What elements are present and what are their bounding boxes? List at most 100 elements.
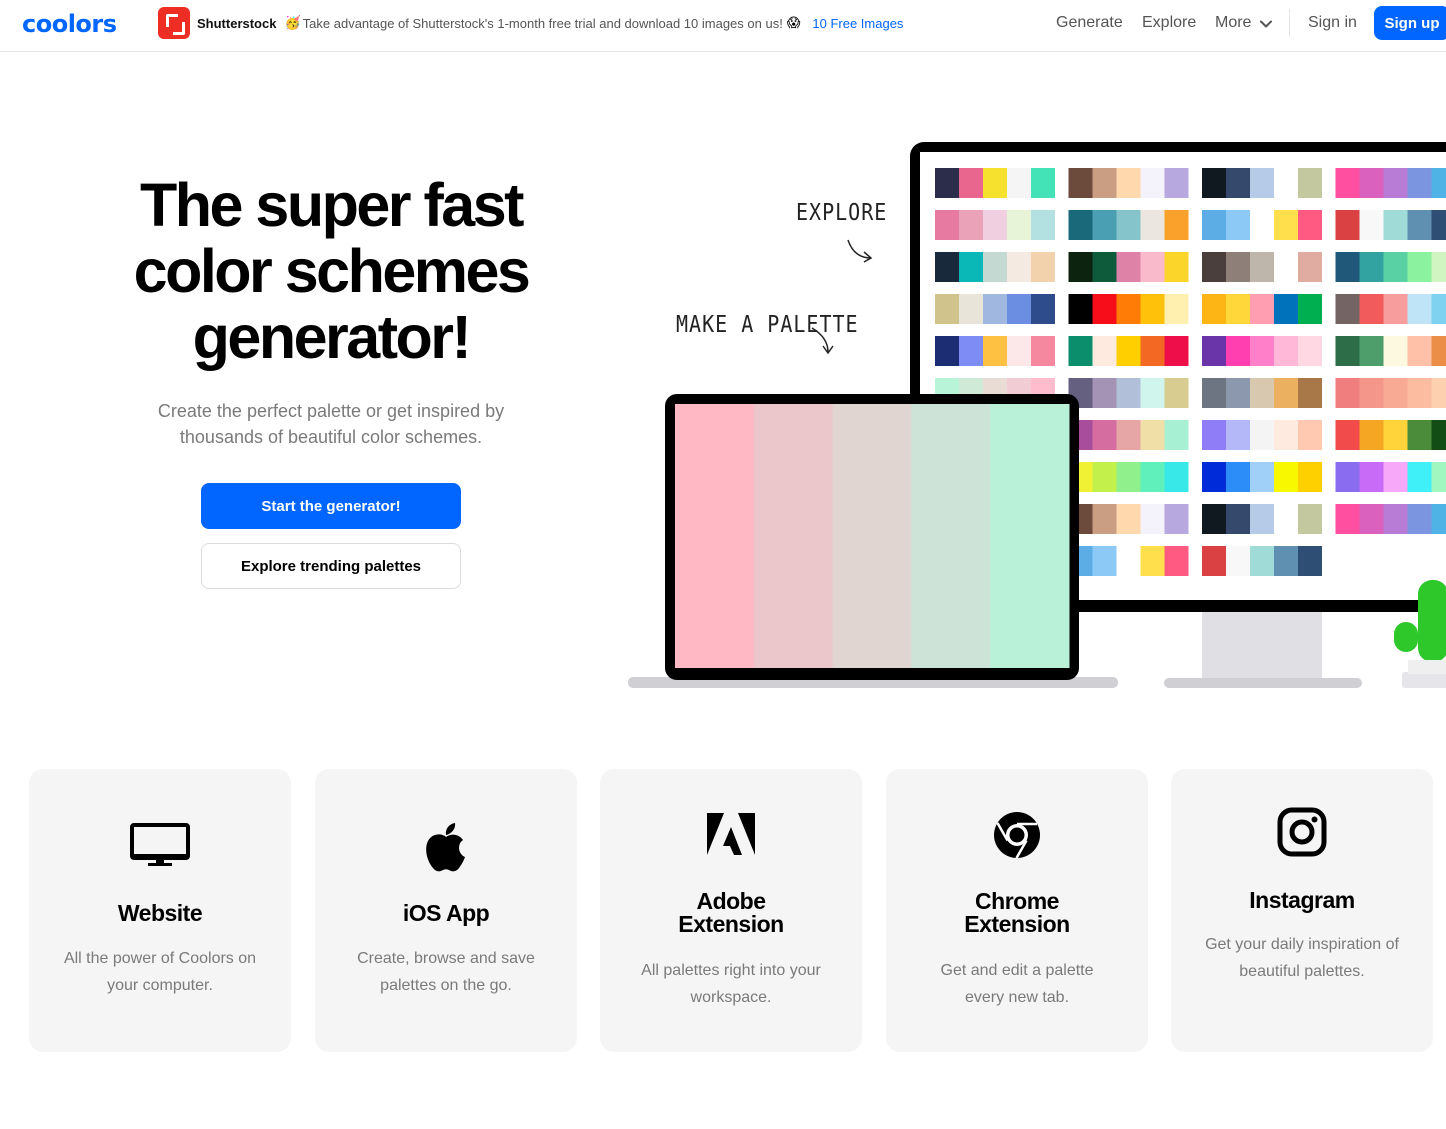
palette-swatch (1407, 210, 1432, 240)
palette-swatch (983, 294, 1007, 324)
promo-free-images-link[interactable]: 10 Free Images (812, 16, 903, 31)
palette-swatch (1250, 336, 1274, 366)
palette-swatch (1335, 420, 1360, 450)
palette-swatch (1383, 168, 1408, 198)
start-generator-button[interactable]: Start the generator! (201, 483, 461, 529)
palette-swatch (1359, 504, 1384, 534)
palette-swatch (1431, 294, 1446, 324)
palette-swatch (1226, 294, 1250, 324)
palette-swatch (1140, 504, 1165, 534)
nav-generate-link[interactable]: Generate (1056, 14, 1123, 32)
palette-swatch (1359, 420, 1384, 450)
instagram-icon (1277, 807, 1327, 857)
palette-swatch (1116, 378, 1141, 408)
palette-swatch (1359, 168, 1384, 198)
palette-swatch (1298, 336, 1322, 366)
palette-swatch (935, 168, 959, 198)
shutterstock-promo[interactable]: Shutterstock 🥳 Take advantage of Shutter… (158, 7, 903, 39)
palette-swatch (1335, 168, 1360, 198)
laptop-swatch (990, 404, 1070, 668)
palette-swatch (1298, 546, 1322, 576)
palette-swatch (983, 252, 1007, 282)
shock-emoji-icon: 😱 (786, 15, 801, 30)
palette-swatch (1383, 336, 1408, 366)
card-title: iOS App (325, 902, 567, 925)
card-instagram[interactable]: Instagram Get your daily inspiration of … (1171, 769, 1433, 1052)
palette-swatch (1298, 168, 1322, 198)
palette-swatch (1031, 336, 1055, 366)
palette-swatch (1202, 420, 1226, 450)
palette-swatch (1359, 378, 1384, 408)
card-website[interactable]: Website All the power of Coolors on your… (29, 769, 291, 1052)
card-adobe-extension[interactable]: Adobe Extension All palettes right into … (600, 769, 862, 1052)
palette-swatch (1274, 336, 1298, 366)
palette-swatch (1407, 462, 1432, 492)
card-ios-app[interactable]: iOS App Create, browse and save palettes… (315, 769, 577, 1052)
palette-swatch (1250, 168, 1274, 198)
palette-swatch (1031, 210, 1055, 240)
palette-swatch (1298, 378, 1322, 408)
card-chrome-extension[interactable]: Chrome Extension Get and edit a palette … (886, 769, 1148, 1052)
palette-swatch (1202, 546, 1226, 576)
nav-explore-link[interactable]: Explore (1142, 14, 1196, 32)
palette-swatch (1335, 252, 1360, 282)
palette-swatch (1202, 168, 1226, 198)
sign-in-link[interactable]: Sign in (1308, 14, 1357, 32)
palette-swatch (1226, 378, 1250, 408)
palette-swatch (1383, 420, 1408, 450)
chevron-down-icon (1260, 20, 1273, 28)
palette-swatch (1164, 378, 1189, 408)
nav-explore-wrap: Explore (1142, 0, 1196, 46)
palette-swatch (1250, 546, 1274, 576)
palette-swatch (935, 210, 959, 240)
palette-swatch (1250, 378, 1274, 408)
palette-swatch (1431, 504, 1446, 534)
sign-up-button[interactable]: Sign up (1374, 6, 1446, 40)
card-title-line: iOS App (402, 900, 490, 926)
nav-generate-wrap: Generate (1056, 0, 1123, 46)
palette-swatch (1092, 252, 1117, 282)
hero-title-line: generator! (192, 303, 472, 371)
chrome-icon (994, 812, 1040, 859)
palette-swatch (1164, 252, 1189, 282)
palette-swatch (1202, 504, 1226, 534)
palette-swatch (1274, 504, 1298, 534)
palette-swatch (1431, 420, 1446, 450)
palette-swatch (1031, 168, 1055, 198)
palette-swatch (1407, 168, 1432, 198)
monitor-icon (130, 823, 190, 866)
palette-swatch (1068, 252, 1093, 282)
palette-swatch (1383, 252, 1408, 282)
palette-swatch (1274, 462, 1298, 492)
palette-swatch (1092, 210, 1117, 240)
hero-title: The super fast color schemes generator! (100, 172, 562, 370)
palette-swatch (1116, 252, 1141, 282)
palette-swatch (1250, 252, 1274, 282)
card-title: Adobe Extension (610, 890, 852, 936)
nav-more-menu[interactable]: More (1215, 0, 1273, 46)
palette-swatch (1068, 210, 1093, 240)
promo-text: Take advantage of Shutterstock's 1-month… (302, 15, 783, 31)
palette-swatch (1164, 462, 1189, 492)
palette-swatch (1383, 294, 1408, 324)
card-description: All the power of Coolors on your compute… (63, 950, 257, 994)
laptop-swatch (753, 404, 834, 668)
card-icon-wrap (29, 823, 291, 867)
palette-swatch (1164, 336, 1189, 366)
coolors-logo[interactable]: coolors (22, 10, 117, 38)
palette-swatch (1335, 462, 1360, 492)
palette-swatch (1250, 504, 1274, 534)
palette-swatch (1140, 168, 1165, 198)
palette-swatch (1226, 168, 1250, 198)
explore-trending-button[interactable]: Explore trending palettes (201, 543, 461, 589)
palette-swatch (1250, 462, 1274, 492)
palette-swatch (1202, 294, 1226, 324)
palette-swatch (1092, 546, 1117, 576)
palette-swatch (1274, 294, 1298, 324)
make-palette-label: MAKE A PALETTE (676, 310, 859, 338)
palette-swatch (1140, 420, 1165, 450)
palette-swatch (1335, 378, 1360, 408)
palette-swatch (1116, 462, 1141, 492)
palette-swatch (1092, 420, 1117, 450)
palette-swatch (1274, 168, 1298, 198)
